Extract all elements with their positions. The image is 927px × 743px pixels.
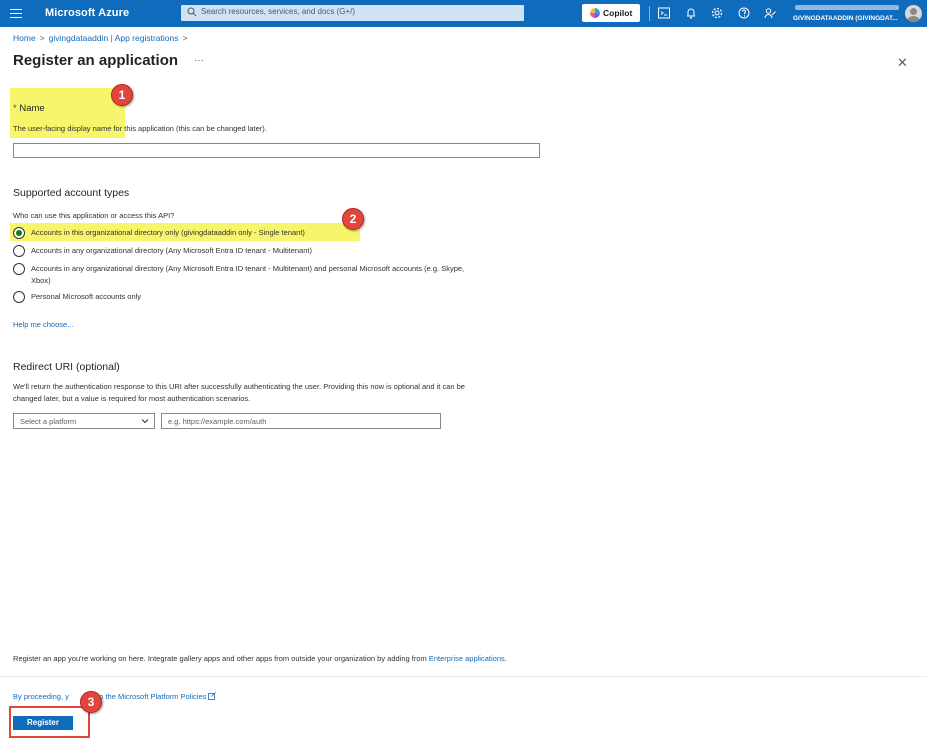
notifications-icon[interactable] [684, 6, 698, 20]
platform-select-value: Select a platform [20, 417, 77, 426]
platform-policies-link[interactable]: By proceeding, y e to the Microsoft Platf… [13, 692, 217, 701]
enterprise-apps-note: Register an app you're working on here. … [13, 654, 507, 663]
callout-badge-1: 1 [111, 84, 133, 106]
breadcrumb-separator: > [39, 33, 45, 43]
radio-label: Accounts in any organizational directory… [31, 246, 312, 255]
enterprise-applications-link[interactable]: Enterprise applications [429, 654, 505, 663]
name-help-text: The user-facing display name for this ap… [13, 124, 267, 133]
copilot-icon [590, 8, 600, 18]
help-icon[interactable] [737, 6, 751, 20]
radio-button[interactable] [13, 245, 25, 257]
breadcrumb-separator: > [182, 33, 188, 43]
redirect-uri-heading: Redirect URI (optional) [13, 361, 120, 373]
account-types-question: Who can use this application or access t… [13, 211, 175, 220]
required-marker: * [13, 103, 17, 114]
radio-label-line2: Xbox) [31, 276, 51, 285]
global-search-input[interactable]: Search resources, services, and docs (G+… [181, 5, 524, 21]
toolbar-divider [649, 6, 650, 21]
copilot-button[interactable]: Copilot [582, 4, 640, 22]
callout-badge-3: 3 [80, 691, 102, 713]
search-placeholder: Search resources, services, and docs (G+… [201, 7, 356, 16]
more-options-icon[interactable]: ··· [194, 55, 204, 66]
register-button[interactable]: Register [13, 716, 73, 730]
brand-title[interactable]: Microsoft Azure [45, 7, 129, 19]
account-types-heading: Supported account types [13, 187, 130, 199]
policy-link-text: e to the Microsoft Platform Policies [90, 692, 207, 701]
footer-divider [0, 676, 927, 677]
account-email-redacted [795, 5, 899, 10]
account-directory: GIVINGDATAADDIN (GIVINGDAT... [793, 15, 898, 22]
redirect-uri-placeholder: e.g. https://example.com/auth [168, 417, 267, 426]
name-label: * Name [13, 103, 45, 114]
note-suffix: . [504, 654, 507, 663]
external-link-icon [208, 692, 217, 700]
name-label-text: Name [19, 103, 45, 114]
account-menu[interactable]: GIVINGDATAADDIN (GIVINGDAT... [793, 3, 901, 25]
policy-prefix: By proceeding, y [13, 692, 69, 701]
close-icon[interactable]: ✕ [897, 55, 908, 71]
callout-badge-2: 2 [342, 208, 364, 230]
cloud-shell-icon[interactable] [657, 6, 671, 20]
help-me-choose-link[interactable]: Help me choose... [13, 320, 73, 329]
breadcrumb: Home > givingdataaddin | App registrations… [13, 33, 191, 43]
redirect-desc-line1: We'll return the authentication response… [13, 382, 465, 391]
search-icon [187, 7, 197, 17]
avatar[interactable] [905, 5, 922, 22]
breadcrumb-home[interactable]: Home [13, 33, 36, 43]
hamburger-icon[interactable] [8, 6, 24, 22]
radio-button[interactable] [13, 227, 25, 239]
redirect-uri-input[interactable]: e.g. https://example.com/auth [161, 413, 441, 429]
note-text: Register an app you're working on here. … [13, 654, 427, 663]
radio-label: Personal Microsoft accounts only [31, 292, 142, 301]
copilot-label: Copilot [603, 8, 633, 18]
feedback-icon[interactable] [763, 6, 777, 20]
radio-label: Accounts in this organizational director… [31, 228, 305, 237]
radio-button[interactable] [13, 291, 25, 303]
redirect-desc-line2: changed later, but a value is required f… [13, 394, 251, 403]
page-title: Register an application [13, 52, 179, 69]
azure-top-bar: Microsoft Azure Search resources, servic… [0, 0, 927, 27]
radio-label: Accounts in any organizational directory… [31, 264, 465, 273]
radio-button[interactable] [13, 263, 25, 275]
breadcrumb-app-registrations[interactable]: givingdataaddin | App registrations [49, 33, 179, 43]
settings-icon[interactable] [710, 6, 724, 20]
chevron-down-icon [141, 419, 149, 424]
platform-select[interactable]: Select a platform [13, 413, 155, 429]
name-field[interactable] [13, 143, 540, 158]
